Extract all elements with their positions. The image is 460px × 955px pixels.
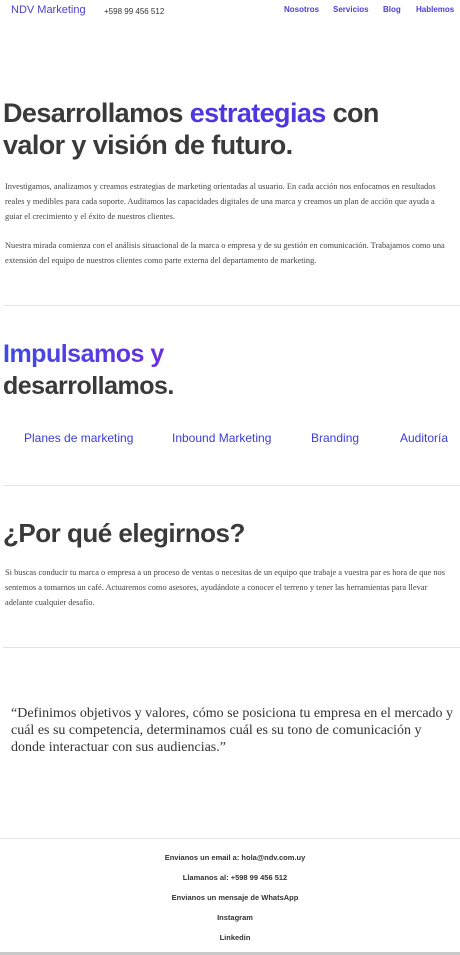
service-branding[interactable]: Branding <box>311 431 359 445</box>
footer-phone-link[interactable]: Llamanos al: +598 99 456 512 <box>0 873 460 882</box>
why-title: ¿Por qué elegirnos? <box>3 518 245 548</box>
section-divider <box>3 305 460 306</box>
nav-item-hablemos[interactable]: Hablemos <box>416 5 454 14</box>
service-planes-de-marketing[interactable]: Planes de marketing <box>24 431 133 445</box>
header-phone: +598 99 456 512 <box>104 7 165 16</box>
nav-item-servicios[interactable]: Servicios <box>333 5 369 14</box>
footer-instagram-link[interactable]: Instagram <box>0 913 460 922</box>
section-divider <box>3 485 460 486</box>
service-auditoria[interactable]: Auditoría <box>400 431 448 445</box>
hero-title-accent: estrategias <box>189 98 327 128</box>
hero-title: Desarrollamos estrategias con valor y vi… <box>3 97 443 161</box>
services-title: Impulsamos y desarrollamos. <box>3 338 174 402</box>
nav-item-nosotros[interactable]: Nosotros <box>284 5 319 14</box>
service-inbound-marketing[interactable]: Inbound Marketing <box>172 431 271 445</box>
services-title-accent: Impulsamos y <box>3 340 164 368</box>
hero-paragraph-1: Investigamos, analizamos y creamos estra… <box>5 182 436 221</box>
footer-email-link[interactable]: Envianos un email a: hola@ndv.com.uy <box>0 853 460 862</box>
services-title-rest: desarrollamos. <box>3 372 174 400</box>
hero-title-start: Desarrollamos <box>3 98 190 128</box>
mission-quote: “Definimos objetivos y valores, cómo se … <box>11 706 454 755</box>
section-divider <box>3 647 460 648</box>
footer-whatsapp-link[interactable]: Envianos un mensaje de WhatsApp <box>0 893 460 902</box>
footer-divider <box>0 838 460 839</box>
hero-paragraph-2: Nuestra mirada comienza con el análisis … <box>5 241 445 265</box>
top-bar: NDV Marketing +598 99 456 512 Nosotros S… <box>0 0 460 22</box>
brand-logo-link[interactable]: NDV Marketing <box>11 4 86 16</box>
nav-item-blog[interactable]: Blog <box>383 5 401 14</box>
footer-linkedin-link[interactable]: Linkedin <box>0 933 460 942</box>
why-paragraph: Si buscas conducir tu marca o empresa a … <box>5 568 445 607</box>
